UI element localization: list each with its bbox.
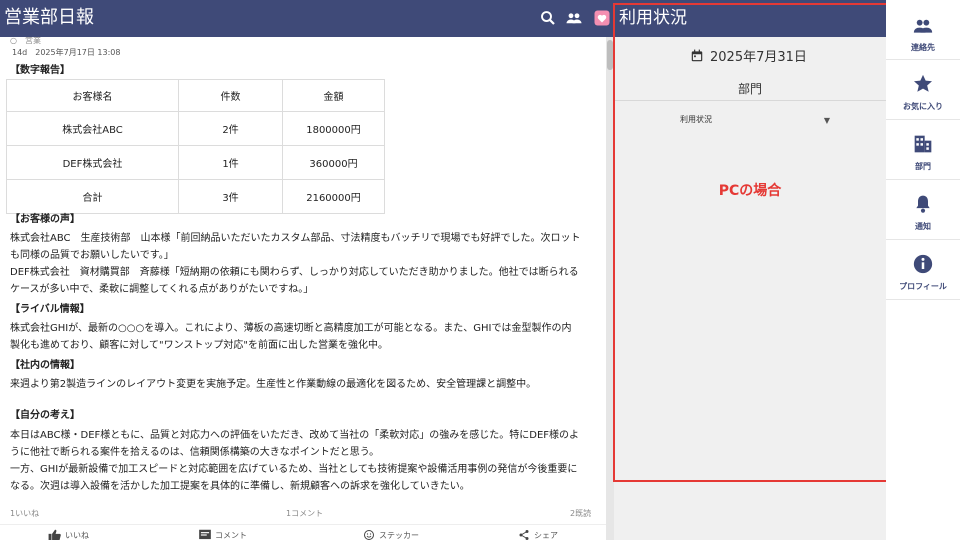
text-line: なる。次週は導入設備を活かした加工提案を具体的に準備し、新規顧客への訴求を強化し…	[10, 481, 470, 492]
panel-divider	[614, 100, 886, 101]
like-button[interactable]: いいね	[48, 529, 89, 540]
bell-icon	[916, 195, 930, 213]
table-cell: 2件	[178, 111, 283, 146]
table-header: お客様名	[6, 79, 179, 112]
thumbs-up-icon	[48, 529, 61, 540]
select-value: 利用状況	[680, 115, 712, 124]
nav-label: 部門	[915, 162, 931, 171]
table-header: 金額	[282, 79, 385, 112]
table-header-row: お客様名 件数 金額	[6, 79, 385, 112]
share-icon	[519, 530, 529, 540]
smiley-icon	[364, 530, 374, 540]
comment-count[interactable]: 1コメント	[286, 508, 323, 519]
read-count[interactable]: 2既読	[570, 508, 591, 519]
post-stats: 1いいね 1コメント 2既読	[0, 508, 606, 522]
text-line: うに他社で断られる案件を拾えるのは、信頼関係構築の大きなポイントだと思う。	[10, 447, 380, 458]
table-row: 合計 3件 2160000円	[6, 179, 385, 214]
text-line: 株式会社GHIが、最新の○○○を導入。これにより、薄板の高速切断と高精度加工が可…	[10, 323, 572, 334]
table-row: 株式会社ABC 2件 1800000円	[6, 111, 385, 146]
table-cell: 1件	[178, 145, 283, 180]
section-rival: 【ライバル情報】	[10, 304, 90, 315]
text-line: も同様の品質でお願いしたいです。」	[10, 250, 174, 261]
like-count[interactable]: 1いいね	[10, 508, 39, 519]
table-row: DEF株式会社 1件 360000円	[6, 145, 385, 180]
contacts-icon	[913, 19, 933, 33]
info-icon	[913, 254, 933, 274]
voice-text: 株式会社ABC 生産技術部 山本様「前回納品いただいたカスタム部品、寸法精度もバ…	[10, 230, 602, 298]
nav-item-department[interactable]: 部門	[886, 120, 960, 180]
date-text: 2025年7月31日	[710, 50, 807, 65]
page-title: 営業部日報	[4, 7, 94, 28]
table-cell: 合計	[6, 179, 179, 214]
share-label: シェア	[534, 530, 558, 540]
report-post: ○ 営業 14d 2025年7月17日 13:08 【数字報告】 お客様名 件数…	[0, 37, 606, 540]
table-cell: 2160000円	[282, 179, 385, 214]
table-cell: 1800000円	[282, 111, 385, 146]
post-actions: いいね コメント ステッカー シェア	[0, 524, 606, 540]
search-icon[interactable]	[539, 9, 557, 27]
nav-item-favorites[interactable]: お気に入り	[886, 60, 960, 120]
table-header: 件数	[178, 79, 283, 112]
building-icon	[914, 135, 932, 153]
comment-button[interactable]: コメント	[198, 529, 247, 540]
people-icon[interactable]	[565, 9, 583, 27]
post-author: ○ 営業	[10, 37, 41, 45]
sales-table: お客様名 件数 金額 株式会社ABC 2件 1800000円 DEF株式会社 1…	[6, 79, 385, 214]
internal-text: 来週より第2製造ラインのレイアウト変更を実施予定。生産性と作業動線の最適化を図る…	[10, 376, 602, 393]
nav-item-notifications[interactable]: 通知	[886, 180, 960, 240]
nav-item-contacts[interactable]: 連絡先	[886, 0, 960, 60]
text-line: 株式会社ABC 生産技術部 山本様「前回納品いただいたカスタム部品、寸法精度もバ…	[10, 233, 581, 244]
like-label: いいね	[65, 530, 89, 540]
nav-label: プロフィール	[899, 282, 947, 291]
usage-select[interactable]: 利用状況 ▼	[680, 114, 830, 130]
text-line: ケースが多い中で、柔軟に調整してくれる点がありがたいですね。」	[10, 284, 314, 295]
scrollbar-track[interactable]	[606, 37, 614, 540]
section-numbers: 【数字報告】	[10, 65, 70, 76]
table-cell: 株式会社ABC	[6, 111, 179, 146]
pc-note: PCの場合	[718, 183, 782, 199]
table-cell: DEF株式会社	[6, 145, 179, 180]
comment-label: コメント	[215, 530, 247, 540]
text-line: 本日はABC様・DEF様ともに、品質と対応力への評価をいただき、改めて当社の「柔…	[10, 430, 580, 441]
table-cell: 360000円	[282, 145, 385, 180]
post-date: 14d 2025年7月17日 13:08	[12, 48, 121, 57]
comment-icon	[199, 529, 211, 540]
text-line: 来週より第2製造ラインのレイアウト変更を実施予定。生産性と作業動線の最適化を図る…	[10, 379, 537, 390]
nav-label: お気に入り	[903, 102, 943, 111]
star-icon	[914, 74, 932, 92]
calendar-icon	[691, 49, 703, 61]
share-button[interactable]: シェア	[517, 529, 558, 540]
panel-title: 利用状況	[619, 8, 687, 28]
sticker-button[interactable]: ステッカー	[362, 529, 419, 540]
section-thoughts: 【自分の考え】	[10, 410, 80, 421]
scrollbar-thumb[interactable]	[607, 40, 613, 70]
nav-label: 連絡先	[911, 43, 935, 52]
sticker-label: ステッカー	[379, 530, 419, 540]
thoughts-text: 本日はABC様・DEF様ともに、品質と対応力への評価をいただき、改めて当社の「柔…	[10, 427, 602, 495]
side-nav: 連絡先 お気に入り 部門 通知 プロフィール	[886, 0, 960, 540]
rival-text: 株式会社GHIが、最新の○○○を導入。これにより、薄板の高速切断と高精度加工が可…	[10, 320, 602, 354]
text-line: 製化も進めており、顧客に対して"ワンストップ対応"を前面に出した営業を強化中。	[10, 340, 388, 351]
nav-item-profile[interactable]: プロフィール	[886, 240, 960, 300]
table-cell: 3件	[178, 179, 283, 214]
usage-panel	[614, 37, 886, 540]
nav-label: 通知	[915, 222, 931, 231]
app-header: 営業部日報 利用状況	[0, 0, 886, 37]
text-line: DEF株式会社 資材購買部 斉藤様「短納期の依頼にも関わらず、しっかり対応してい…	[10, 267, 579, 278]
dropdown-arrow-icon: ▼	[823, 116, 830, 125]
department-label[interactable]: 部門	[614, 80, 886, 97]
panel-date[interactable]: 2025年7月31日	[690, 46, 807, 65]
text-line: 一方、GHIが最新設備で加工スピードと対応範囲を広げているため、当社としても技術…	[10, 464, 578, 475]
heart-badge-icon[interactable]	[593, 9, 611, 27]
section-internal: 【社内の情報】	[10, 360, 80, 371]
section-voice: 【お客様の声】	[10, 214, 80, 225]
